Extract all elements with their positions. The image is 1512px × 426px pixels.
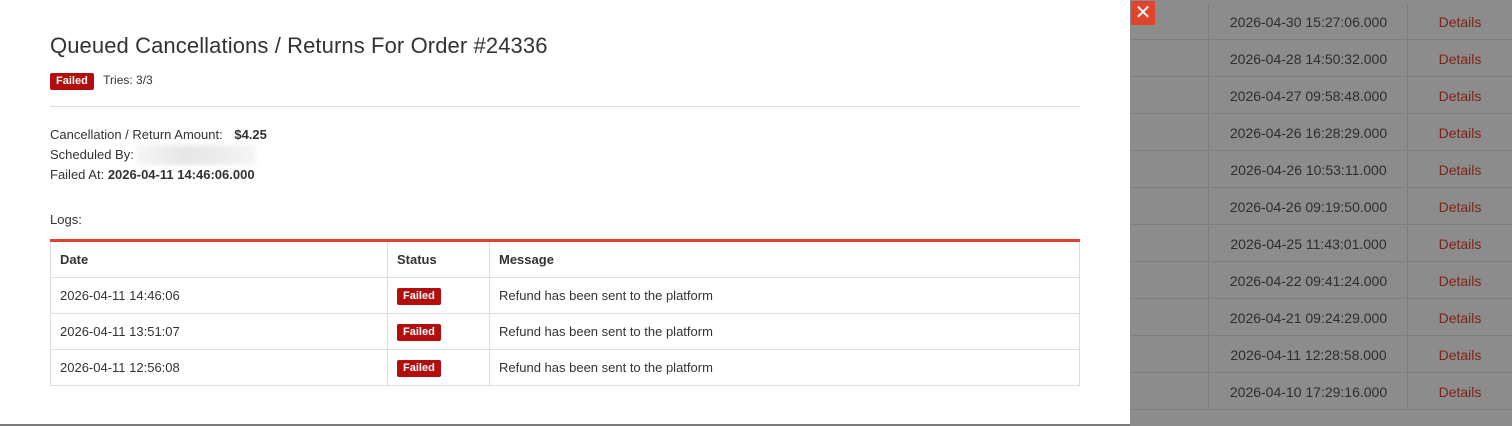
details-link[interactable]: Details [1408,374,1512,409]
status-badge: Failed [397,323,441,341]
details-link[interactable]: Details [1408,263,1512,298]
failed-at-row: Failed At: 2026-04-11 14:46:06.000 [50,165,267,185]
bg-table-row: 2026-04-26 09:19:50.000 Details [1130,189,1512,225]
status-line: Failed Tries: 3/3 [50,73,153,90]
log-date: 2026-04-11 14:46:06 [50,277,388,314]
order-info: Cancellation / Return Amount: $4.25 Sche… [50,125,267,185]
log-date: 2026-04-11 13:51:07 [50,313,388,350]
status-badge: Failed [50,73,94,90]
order-cancellation-modal: Queued Cancellations / Returns For Order… [0,0,1130,424]
status-badge: Failed [397,287,441,305]
scheduled-by-redacted [135,145,256,165]
log-status-cell: Failed [387,349,490,386]
bg-date-cell: 2026-04-30 15:27:06.000 [1210,4,1408,39]
bg-date-cell: 2026-04-26 16:28:29.000 [1210,115,1408,150]
details-link[interactable]: Details [1408,4,1512,39]
details-link[interactable]: Details [1408,152,1512,187]
log-status-cell: Failed [387,313,490,350]
amount-label: Cancellation / Return Amount: [50,127,223,142]
log-message: Refund has been sent to the platform [489,349,1080,386]
details-link[interactable]: Details [1408,337,1512,372]
bg-table-row: 2026-04-11 12:28:58.000 Details [1130,337,1512,373]
logs-label: Logs: [50,212,82,227]
divider [50,106,1080,107]
bg-table-row: 2026-04-21 09:24:29.000 Details [1130,300,1512,336]
log-message: Refund has been sent to the platform [489,313,1080,350]
details-link[interactable]: Details [1408,300,1512,335]
log-date: 2026-04-11 12:56:08 [50,349,388,386]
bg-table-row: 2026-04-22 09:41:24.000 Details [1130,263,1512,299]
tries-count: Tries: 3/3 [103,73,153,87]
bg-date-cell: 2026-04-10 17:29:16.000 [1210,374,1408,409]
bg-date-cell: 2026-04-25 11:43:01.000 [1210,226,1408,261]
column-header-message: Message [489,240,1080,278]
details-link[interactable]: Details [1408,41,1512,76]
scheduled-by-label: Scheduled By: [50,147,134,162]
column-header-status: Status [387,240,490,278]
failed-at-label: Failed At: [50,167,105,182]
table-row: 2026-04-11 13:51:07 Failed Refund has be… [50,313,1080,350]
bg-table-row: 2026-04-10 17:29:16.000 Details [1130,374,1512,410]
details-link[interactable]: Details [1408,189,1512,224]
modal-title: Queued Cancellations / Returns For Order… [50,33,548,58]
bg-table-row: 2026-04-26 10:53:11.000 Details [1130,152,1512,188]
bg-table-row: 2026-04-28 14:50:32.000 Details [1130,41,1512,77]
log-message: Refund has been sent to the platform [489,277,1080,314]
details-link[interactable]: Details [1408,226,1512,261]
bg-date-cell: 2026-04-27 09:58:48.000 [1210,78,1408,113]
bg-table-row: 2026-04-27 09:58:48.000 Details [1130,78,1512,114]
status-badge: Failed [397,359,441,377]
details-link[interactable]: Details [1408,115,1512,150]
amount-value: $4.25 [234,127,267,142]
table-row: 2026-04-11 14:46:06 Failed Refund has be… [50,277,1080,314]
table-row: 2026-04-11 12:56:08 Failed Refund has be… [50,349,1080,386]
bg-date-cell: 2026-04-11 12:28:58.000 [1210,337,1408,372]
bg-date-cell: 2026-04-26 09:19:50.000 [1210,189,1408,224]
logs-table: Date Status Message 2026-04-11 14:46:06 … [50,239,1080,386]
close-icon: ✕ [1134,2,1152,24]
failed-at-value: 2026-04-11 14:46:06.000 [107,167,255,182]
details-link[interactable]: Details [1408,78,1512,113]
amount-row: Cancellation / Return Amount: $4.25 [50,125,267,145]
column-header-date: Date [50,240,388,278]
background-orders-table: 2026-04-30 15:27:06.000 Details 2026-04-… [1130,0,1512,426]
close-button[interactable]: ✕ [1131,1,1155,25]
bg-date-cell: 2026-04-22 09:41:24.000 [1210,263,1408,298]
table-header-row: Date Status Message [50,240,1080,278]
bg-date-cell: 2026-04-28 14:50:32.000 [1210,41,1408,76]
bg-table-row: 2026-04-25 11:43:01.000 Details [1130,226,1512,262]
scheduled-by-row: Scheduled By: [50,145,267,165]
log-status-cell: Failed [387,277,490,314]
bg-table-row: 2026-04-26 16:28:29.000 Details [1130,115,1512,151]
bg-date-cell: 2026-04-21 09:24:29.000 [1210,300,1408,335]
bg-date-cell: 2026-04-26 10:53:11.000 [1210,152,1408,187]
bg-table-row: 2026-04-30 15:27:06.000 Details [1130,4,1512,40]
